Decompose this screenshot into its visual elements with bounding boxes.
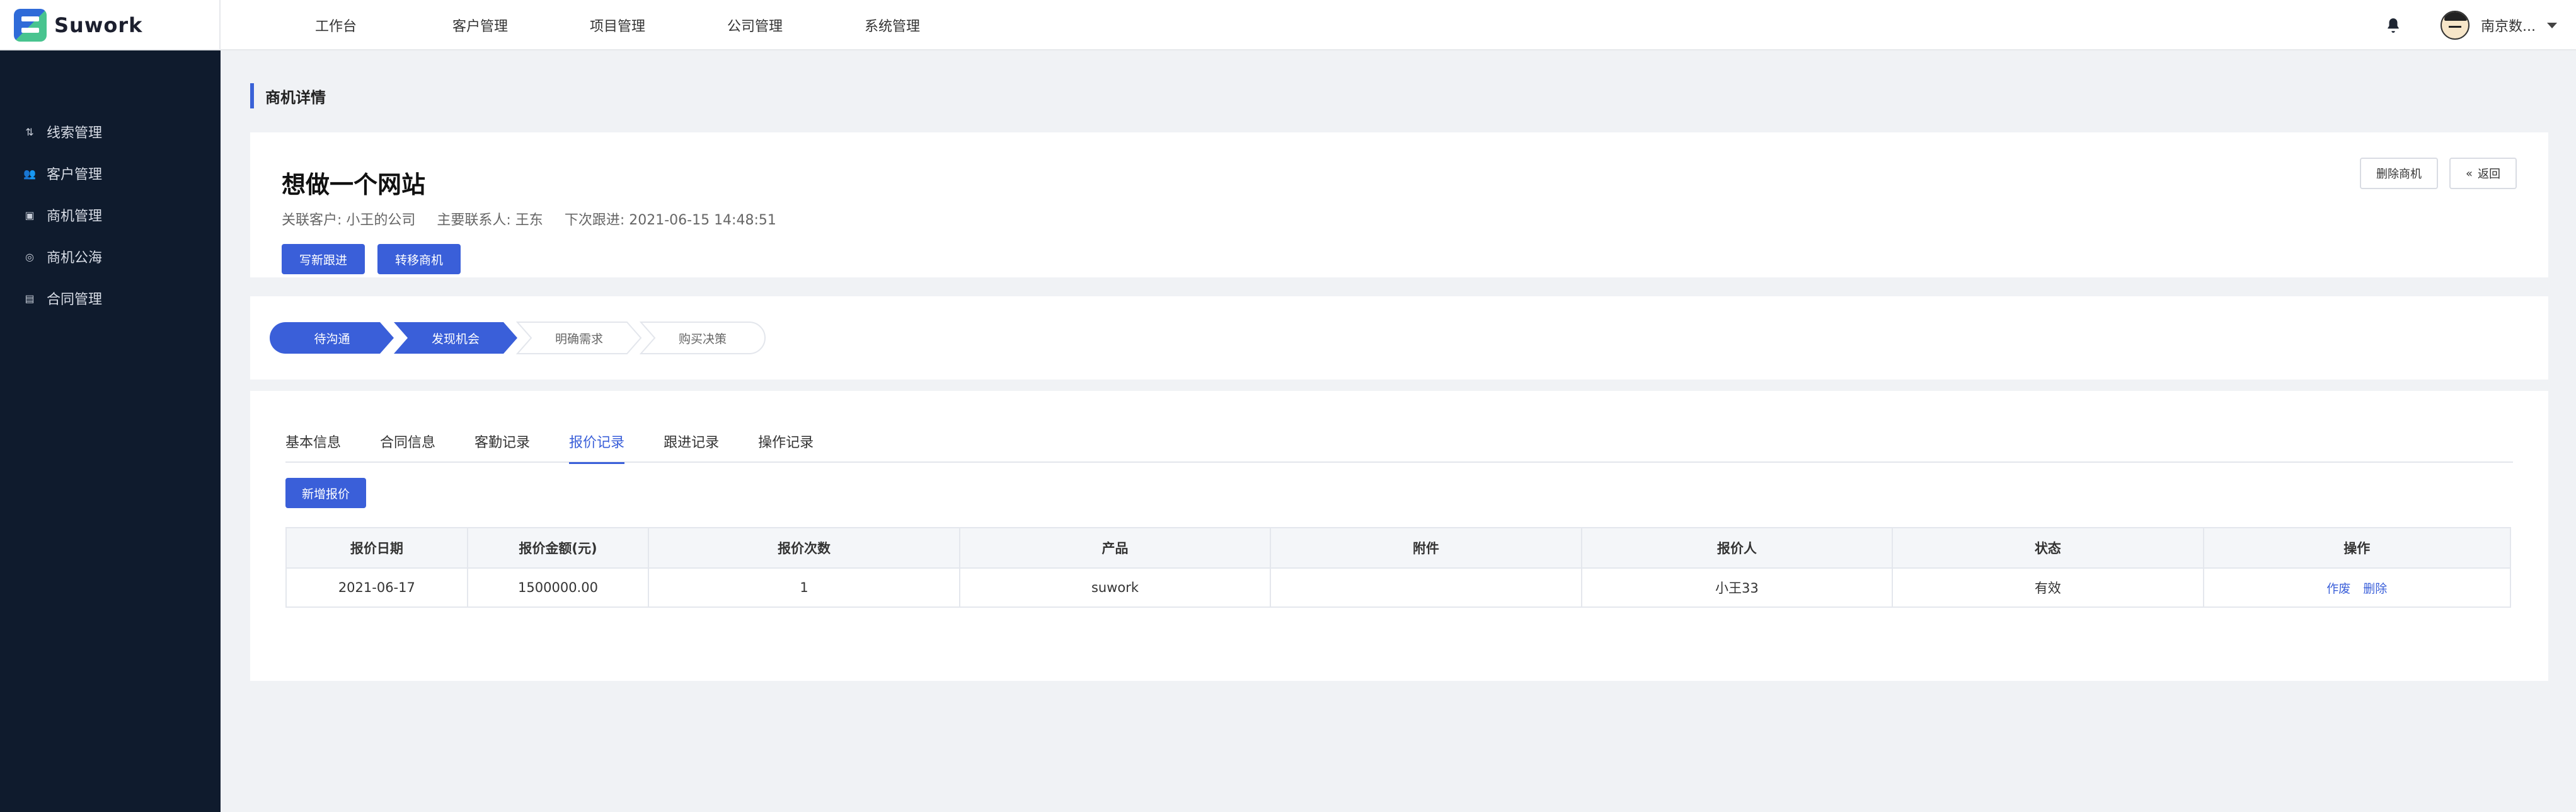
user-area: 南京数... <box>2385 0 2557 50</box>
deal-header-card: 想做一个网站 关联客户: 小王的公司 主要联系人: 王东 下次跟进: 2021-… <box>250 132 2548 277</box>
deal-next-followup: 下次跟进: 2021-06-15 14:48:51 <box>564 212 776 228</box>
sidebar-item-label: 客户管理 <box>47 167 103 183</box>
deal-action-buttons: 写新跟进 转移商机 <box>282 244 2517 274</box>
top-nav: 工作台 客户管理 项目管理 公司管理 系统管理 <box>315 0 920 50</box>
step-discover[interactable]: 发现机会 <box>393 322 519 354</box>
table-header-row: 报价日期 报价金额(元) 报价次数 产品 附件 报价人 状态 操作 <box>287 528 2510 567</box>
detail-tabs: 基本信息 合同信息 客勤记录 报价记录 跟进记录 操作记录 <box>285 431 2513 464</box>
quote-table: 报价日期 报价金额(元) 报价次数 产品 附件 报价人 状态 操作 2021-0… <box>285 527 2511 608</box>
tabs-card: 基本信息 合同信息 客勤记录 报价记录 跟进记录 操作记录 新增报价 报价日期 … <box>250 391 2548 681</box>
sidebar-item-deal-pool[interactable]: ◎ 商机公海 <box>0 236 221 277</box>
sidebar-item-label: 商机管理 <box>47 209 103 224</box>
sidebar: ⇅ 线索管理 👥 客户管理 ▣ 商机管理 ◎ 商机公海 ▤ 合同管理 <box>0 50 221 812</box>
sidebar-item-contracts[interactable]: ▤ 合同管理 <box>0 277 221 319</box>
logo-icon <box>14 9 47 42</box>
sidebar-item-label: 商机公海 <box>47 250 103 266</box>
step-label: 购买决策 <box>678 332 727 346</box>
step-clarify[interactable]: 明确需求 <box>516 322 642 354</box>
brand-name: Suwork <box>54 13 143 37</box>
customer-icon: 👥 <box>23 167 36 180</box>
transfer-deal-button[interactable]: 转移商机 <box>377 244 461 274</box>
cell-count: 1 <box>649 569 960 606</box>
stage-steps: 待沟通 发现机会 明确需求 购买决策 <box>269 322 766 354</box>
tab-basic-info[interactable]: 基本信息 <box>285 431 341 463</box>
stage-steps-card: 待沟通 发现机会 明确需求 购买决策 <box>250 296 2548 380</box>
back-label: 返回 <box>2478 168 2500 181</box>
user-name[interactable]: 南京数... <box>2481 15 2536 35</box>
col-header-actions: 操作 <box>2343 541 2371 556</box>
void-link[interactable]: 作废 <box>2326 579 2350 596</box>
step-label: 明确需求 <box>555 332 603 346</box>
tab-operation-records[interactable]: 操作记录 <box>758 431 814 463</box>
sidebar-item-label: 合同管理 <box>47 292 103 308</box>
col-header-count: 报价次数 <box>649 528 960 567</box>
col-header-attachment: 附件 <box>1271 528 1582 567</box>
deal-contact: 主要联系人: 王东 <box>437 212 543 228</box>
col-header-person: 报价人 <box>1582 528 1894 567</box>
cell-date: 2021-06-17 <box>287 569 468 606</box>
cell-attachment <box>1271 569 1582 606</box>
deal-meta: 关联客户: 小王的公司 主要联系人: 王东 下次跟进: 2021-06-15 1… <box>282 209 2517 229</box>
back-button[interactable]: « 返回 <box>2449 158 2517 189</box>
deal-customer: 关联客户: 小王的公司 <box>282 212 416 228</box>
bell-icon[interactable] <box>2385 17 2401 33</box>
tab-contract-info[interactable]: 合同信息 <box>380 431 435 463</box>
cell-person: 小王33 <box>1582 569 1894 606</box>
briefcase-icon: ▣ <box>25 209 35 221</box>
delete-link[interactable]: 删除 <box>2363 579 2387 596</box>
step-label: 待沟通 <box>314 332 350 346</box>
deal-title: 想做一个网站 <box>282 171 426 199</box>
cell-actions: 作废 删除 <box>2204 569 2510 606</box>
step-label: 发现机会 <box>431 332 480 346</box>
topnav-company[interactable]: 公司管理 <box>727 15 865 35</box>
double-chevron-left-icon: « <box>2465 166 2473 180</box>
col-header-date: 报价日期 <box>287 528 468 567</box>
col-header-status: 状态 <box>1893 528 2204 567</box>
topnav-workbench[interactable]: 工作台 <box>315 15 452 35</box>
table-row: 2021-06-17 1500000.00 1 suwork 小王33 有效 作… <box>287 567 2510 606</box>
tab-quote-records[interactable]: 报价记录 <box>569 431 625 464</box>
topnav-system[interactable]: 系统管理 <box>865 15 920 35</box>
cell-amount: 1500000.00 <box>468 569 650 606</box>
page-title: 商机详情 <box>250 83 2548 108</box>
top-bar: Suwork 工作台 客户管理 项目管理 公司管理 系统管理 南京数... <box>0 0 2576 50</box>
col-header-amount: 报价金额(元) <box>468 528 650 567</box>
add-quote-button[interactable]: 新增报价 <box>285 478 367 508</box>
pool-icon: ◎ <box>25 250 34 263</box>
delete-deal-button[interactable]: 删除商机 <box>2359 158 2438 189</box>
chevron-down-icon[interactable] <box>2547 22 2557 28</box>
clue-icon: ⇅ <box>25 125 34 138</box>
step-pending[interactable]: 待沟通 <box>269 322 395 354</box>
tab-visit-records[interactable]: 客勤记录 <box>474 431 530 463</box>
main-content: 商机详情 想做一个网站 关联客户: 小王的公司 主要联系人: 王东 下次跟进: … <box>250 50 2548 681</box>
contract-icon: ▤ <box>25 292 35 304</box>
header-actions: 删除商机 « 返回 <box>2349 158 2517 189</box>
avatar[interactable] <box>2441 11 2470 40</box>
step-decision[interactable]: 购买决策 <box>640 322 766 354</box>
sidebar-item-customers[interactable]: 👥 客户管理 <box>0 153 221 194</box>
topnav-project[interactable]: 项目管理 <box>590 15 727 35</box>
sidebar-item-clues[interactable]: ⇅ 线索管理 <box>0 111 221 153</box>
cell-status: 有效 <box>1893 569 2204 606</box>
topnav-customer[interactable]: 客户管理 <box>452 15 590 35</box>
logo-area[interactable]: Suwork <box>0 0 221 50</box>
sidebar-item-label: 线索管理 <box>47 125 103 141</box>
tab-followup-records[interactable]: 跟进记录 <box>664 431 719 463</box>
sidebar-item-deals[interactable]: ▣ 商机管理 <box>0 194 221 236</box>
write-followup-button[interactable]: 写新跟进 <box>282 244 365 274</box>
cell-product: suwork <box>960 569 1272 606</box>
col-header-product: 产品 <box>960 528 1272 567</box>
